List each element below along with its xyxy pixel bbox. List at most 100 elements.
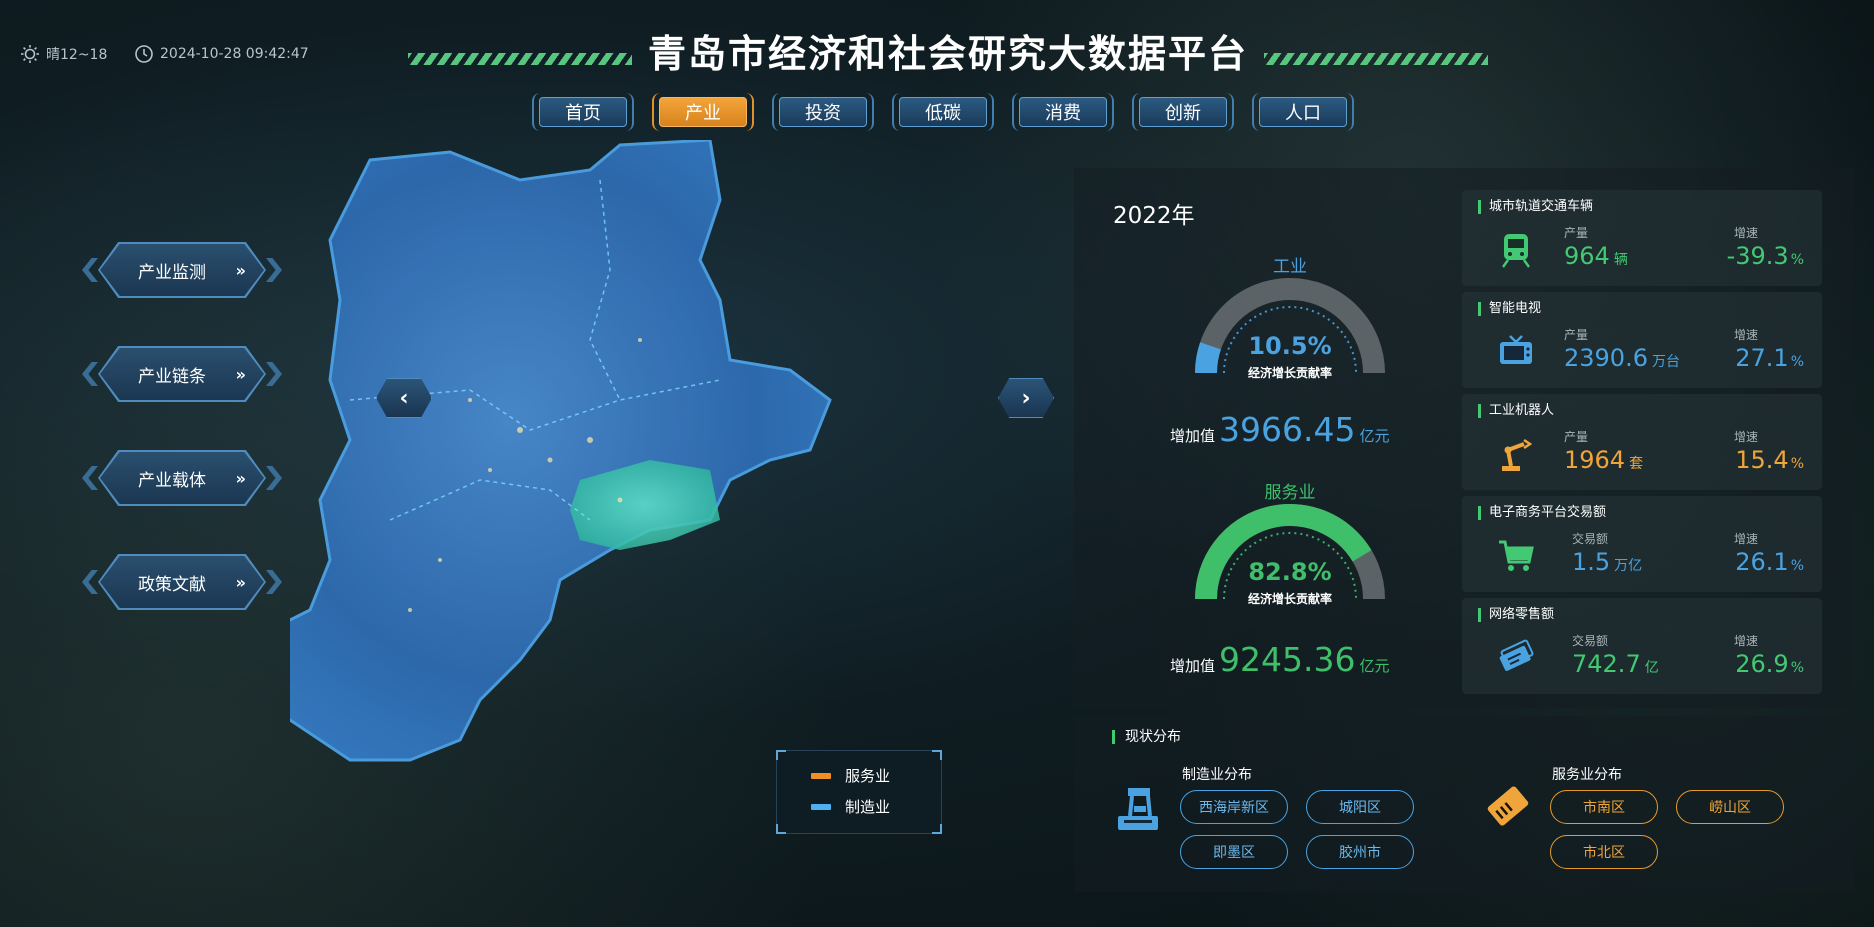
card-value-output: 964 辆	[1564, 242, 1628, 270]
service-rate-label: 经济增长贡献率	[1247, 592, 1332, 606]
card-title: 电子商务平台交易额	[1478, 506, 1606, 520]
value: 1.5	[1572, 548, 1611, 576]
card-industrial-robot[interactable]: 工业机器人 产量 增速 1964 套 15.4%	[1462, 394, 1822, 490]
nav-tab-label: 首页	[539, 97, 627, 127]
main-nav: 首页 产业 投资 低碳 消费 创新 人口	[532, 93, 1354, 131]
map-legend: 服务业 制造业	[776, 750, 942, 834]
map-region-outline	[248, 138, 832, 762]
unit: 万亿	[1614, 558, 1643, 574]
card-value-growth: 27.1%	[1735, 344, 1804, 372]
chevron-right-icon: ›	[1021, 385, 1031, 411]
legend-item-manufacturing[interactable]: 制造业	[811, 796, 941, 817]
weather-text: 晴12~18	[46, 47, 108, 63]
value: 964	[1564, 242, 1610, 270]
legend-swatch-manufacturing	[811, 803, 831, 810]
chevron-left-icon	[82, 258, 98, 282]
card-value-growth: 15.4%	[1735, 446, 1804, 474]
value: 26.1	[1735, 548, 1789, 576]
double-arrow-right-icon: »	[235, 364, 246, 384]
unit: 亿	[1644, 660, 1659, 676]
card-label-growth: 增速	[1734, 532, 1759, 546]
card-ecommerce-transactions[interactable]: 电子商务平台交易额 交易额 增速 1.5 万亿 26.1%	[1462, 496, 1822, 592]
factory-machine-icon	[1118, 788, 1158, 830]
page-header: 青岛市经济和社会研究大数据平台	[408, 20, 1488, 80]
side-menu: 产业监测 » 产业链条 » 产业载体 » 政策文献 »	[82, 242, 282, 610]
nav-tab-label: 产业	[659, 97, 747, 127]
chevron-right-icon	[266, 570, 282, 594]
district-tag-jimo[interactable]: 即墨区	[1180, 835, 1288, 869]
service-distribution-title: 服务业分布	[1552, 767, 1622, 783]
card-value-growth: 26.9%	[1735, 650, 1804, 678]
nav-tab-low-carbon[interactable]: 低碳	[892, 93, 994, 131]
district-tag-laoshan[interactable]: 崂山区	[1676, 790, 1784, 824]
value: 27.1	[1735, 344, 1789, 372]
card-online-retail[interactable]: 网络零售额 交易额 增速 742.7 亿 26.9%	[1462, 598, 1822, 694]
side-menu-policy-documents[interactable]: 政策文献 »	[82, 554, 282, 610]
value: 26.9	[1735, 650, 1789, 678]
card-value-transaction: 1.5 万亿	[1572, 548, 1642, 576]
value: 742.7	[1572, 650, 1641, 678]
unit: %	[1790, 456, 1804, 472]
nav-tab-label: 创新	[1139, 97, 1227, 127]
service-added-label: 增加值	[1170, 657, 1216, 675]
district-tag-shibei[interactable]: 市北区	[1550, 835, 1658, 869]
value: 15.4	[1735, 446, 1789, 474]
datetime-text: 2024-10-28 09:42:47	[160, 46, 309, 62]
nav-tab-label: 低碳	[899, 97, 987, 127]
card-label-transaction: 交易额	[1572, 532, 1609, 546]
industry-gauge-dial	[1195, 278, 1385, 374]
chevron-right-icon	[266, 258, 282, 282]
chevron-right-icon	[266, 362, 282, 386]
legend-item-service[interactable]: 服务业	[811, 765, 941, 786]
card-value-transaction: 742.7 亿	[1572, 650, 1659, 678]
district-tag-west-coast[interactable]: 西海岸新区	[1180, 790, 1288, 824]
double-arrow-right-icon: »	[235, 572, 246, 592]
chevron-left-icon	[82, 466, 98, 490]
card-label-growth: 增速	[1734, 634, 1759, 648]
district-tag-chengyang[interactable]: 城阳区	[1306, 790, 1414, 824]
overview-year: 2022年	[1113, 203, 1195, 229]
robot-arm-icon	[1502, 438, 1533, 471]
chevron-left-icon: ‹	[399, 385, 409, 411]
nav-tab-industry[interactable]: 产业	[652, 93, 754, 131]
legend-swatch-service	[811, 772, 831, 779]
title-stripe-left	[408, 53, 632, 65]
map-prev-button[interactable]: ‹	[376, 378, 432, 418]
map-next-button[interactable]: ›	[998, 378, 1054, 418]
unit: %	[1790, 354, 1804, 370]
card-label-output: 产量	[1564, 226, 1589, 240]
unit: %	[1790, 558, 1804, 574]
clock-icon	[135, 45, 153, 63]
industry-gauge-title: 工业	[1273, 257, 1307, 277]
manufacturing-distribution-title: 制造业分布	[1182, 767, 1252, 783]
side-menu-industry-chain[interactable]: 产业链条 »	[82, 346, 282, 402]
value: 2390.6	[1564, 344, 1648, 372]
page-title: 青岛市经济和社会研究大数据平台	[647, 31, 1248, 76]
tv-icon	[1500, 335, 1532, 364]
nav-tab-investment[interactable]: 投资	[772, 93, 874, 131]
service-added-unit: 亿元	[1359, 657, 1390, 675]
service-gauge: 服务业 82.8% 经济增长贡献率	[1170, 478, 1410, 606]
side-menu-industry-carrier[interactable]: 产业载体 »	[82, 450, 282, 506]
card-rail-transit-vehicles[interactable]: 城市轨道交通车辆 产量 增速 964 辆 -39.3%	[1462, 190, 1822, 286]
double-arrow-right-icon: »	[235, 260, 246, 280]
nav-tab-consumption[interactable]: 消费	[1012, 93, 1114, 131]
nav-tab-innovation[interactable]: 创新	[1132, 93, 1234, 131]
legend-corner	[776, 750, 786, 760]
service-rate: 82.8%	[1248, 558, 1332, 586]
unit: %	[1790, 660, 1804, 676]
side-menu-industry-monitoring[interactable]: 产业监测 »	[82, 242, 282, 298]
district-tag-jiaozhou[interactable]: 胶州市	[1306, 835, 1414, 869]
weather-info: 晴12~18	[20, 44, 107, 64]
card-value-growth: 26.1%	[1735, 548, 1804, 576]
district-tag-shinan[interactable]: 市南区	[1550, 790, 1658, 824]
train-icon	[1501, 234, 1531, 268]
legend-label: 服务业	[845, 767, 891, 785]
card-title: 城市轨道交通车辆	[1478, 200, 1593, 214]
card-smart-tv[interactable]: 智能电视 产量 增速 2390.6 万台 27.1%	[1462, 292, 1822, 388]
service-gauge-dial	[1195, 504, 1385, 600]
nav-tab-home[interactable]: 首页	[532, 93, 634, 131]
nav-tab-population[interactable]: 人口	[1252, 93, 1354, 131]
service-added-value-row: 增加值 9245.36 亿元	[1170, 640, 1390, 679]
chevron-left-icon	[82, 570, 98, 594]
